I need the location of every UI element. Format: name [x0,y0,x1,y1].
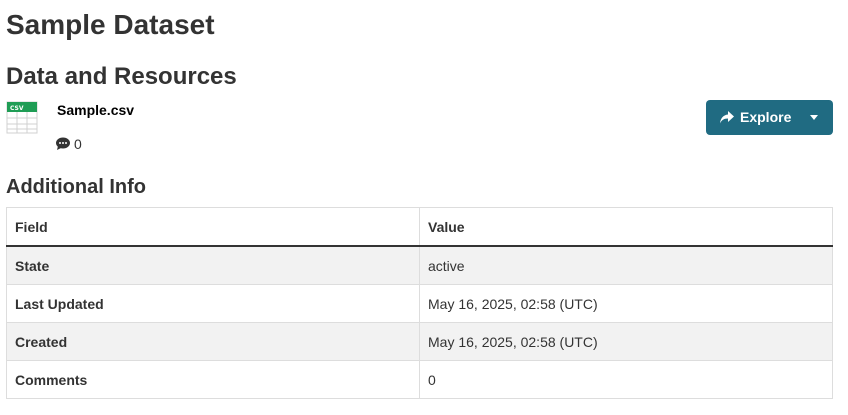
value-cell: May 16, 2025, 02:58 (UTC) [419,284,833,323]
comment-count-value: 0 [74,136,82,152]
value-cell: 0 [419,360,833,399]
table-row: Created May 16, 2025, 02:58 (UTC) [6,322,833,361]
table-row: Comments 0 [6,360,833,399]
field-cell: Comments [6,360,420,399]
explore-button-label: Explore [740,109,792,125]
value-cell: May 16, 2025, 02:58 (UTC) [419,322,833,361]
explore-button[interactable]: Explore [706,100,833,135]
field-cell: Last Updated [6,284,420,323]
table-row: Last Updated May 16, 2025, 02:58 (UTC) [6,284,833,323]
csv-format-label: CSV [10,105,24,112]
share-icon [720,111,734,124]
value-cell: active [419,245,833,285]
column-header-value: Value [419,207,833,247]
csv-file-icon[interactable]: CSV [6,100,38,134]
comment-icon [56,137,70,150]
table-row: State active [6,245,833,285]
comment-count: 0 [55,135,82,153]
field-cell: State [6,245,420,285]
field-cell: Created [6,322,420,361]
column-header-field: Field [6,207,420,247]
resource-name-link[interactable]: Sample.csv [57,101,134,119]
resource-item: CSV Sample.csv 0 Explore [6,98,834,160]
table-header-row: Field Value [6,207,833,247]
additional-info-title: Additional Info [6,176,146,198]
caret-down-icon[interactable] [810,115,818,120]
resources-section-title: Data and Resources [6,63,237,90]
additional-info-table: Field Value State active Last Updated Ma… [6,207,833,399]
page-title: Sample Dataset [6,9,215,40]
